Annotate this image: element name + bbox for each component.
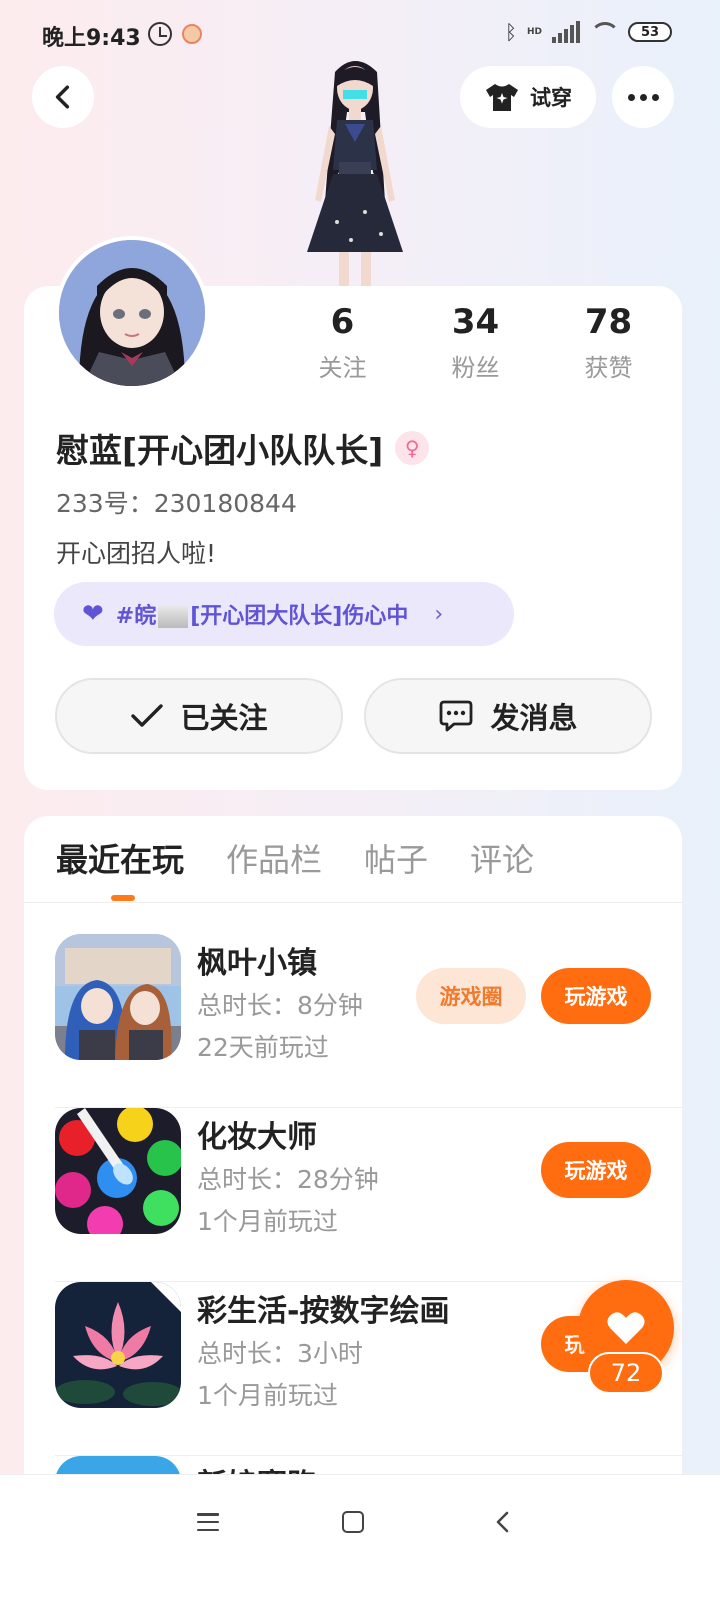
back-button[interactable] [32,66,94,128]
chat-bubble-icon [440,700,473,732]
game-thumbnail [55,934,181,1060]
try-on-label: 试穿 [530,86,572,110]
team-tag-text: #皖 [开心团大队长]伤心中 [116,598,409,630]
game-name: 彩生活-按数字绘画 [197,1294,450,1329]
recent-apps-button[interactable] [197,1513,219,1531]
more-dot [651,93,659,101]
game-last-played: 1个月前玩过 [197,1381,338,1410]
team-tag-suffix: [开心团大队长]伤心中 [190,604,409,629]
game-icon-maple-town [55,934,181,1060]
game-last-played: 22天前玩过 [197,1033,329,1062]
stat-number: 78 [584,302,633,342]
send-message-label: 发消息 [490,701,578,735]
female-gender-icon: ♀ [395,431,430,465]
followed-button[interactable]: 已关注 [55,678,343,754]
game-name: 枫叶小镇 [197,946,317,981]
game-thumbnail [55,1108,181,1234]
battery-icon: 53 [628,22,672,42]
app-notification-icon [182,24,202,44]
heart-icon: ❤ [82,599,104,629]
team-tag-pill[interactable]: ❤ #皖 [开心团大队长]伤心中 › [54,582,514,646]
more-options-button[interactable] [612,66,674,128]
stat-label: 获赞 [584,354,633,382]
followed-label: 已关注 [180,701,268,735]
stat-label: 粉丝 [451,354,500,382]
game-icon-color-life [55,1282,181,1408]
tab-posts[interactable]: 帖子 [364,838,428,882]
try-on-button[interactable]: 试穿 [460,66,596,128]
more-dot [639,93,647,101]
user-id: 233号：230180844 [56,489,297,518]
send-message-button[interactable]: 发消息 [364,678,652,754]
tab-works[interactable]: 作品栏 [226,838,322,882]
game-icon-bride-race [55,1456,181,1474]
stat-likes[interactable]: 78 获赞 [542,300,675,383]
game-duration: 总时长：3小时 [197,1339,363,1368]
nickname-text: 慰蓝[开心团小队队长] [56,431,384,470]
stat-fans[interactable]: 34 粉丝 [409,300,542,383]
game-name: 化妆大师 [197,1120,317,1155]
home-button[interactable] [342,1511,364,1533]
team-tag-prefix: #皖 [115,604,157,629]
game-duration: 总时长：28分钟 [197,1165,379,1194]
bio: 开心团招人啦! [56,539,217,568]
play-game-button[interactable]: 玩游戏 [541,1142,651,1198]
status-time: 晚上9:43 [42,26,141,51]
tab-comments[interactable]: 评论 [470,838,534,882]
game-duration: 总时长：8分钟 [197,991,363,1020]
avatar-portrait [59,240,205,386]
game-thumbnail [55,1282,181,1408]
wifi-icon [590,22,620,42]
status-indicators: ᛒ HD 53 [505,20,672,44]
cloud-emoji-icon [158,606,189,628]
profile-tabs: 最近在玩 作品栏 帖子 评论 [56,838,534,882]
alarm-icon [148,22,172,46]
like-count-badge: 72 [588,1352,664,1394]
chevron-left-icon [55,85,70,109]
avatar[interactable] [55,236,209,390]
stat-label: 关注 [318,354,367,382]
list-item[interactable]: 新娘赛跑 [55,1456,683,1474]
play-game-button[interactable]: 玩游戏 [541,968,651,1024]
stat-number: 34 [451,302,500,342]
active-tab-indicator [111,895,135,901]
system-back-button[interactable] [494,1511,510,1533]
stat-following[interactable]: 6 关注 [276,300,409,383]
game-circle-button[interactable]: 游戏圈 [416,968,526,1024]
heart-icon [607,1312,645,1344]
list-item[interactable]: 化妆大师 总时长：28分钟 1个月前玩过 玩游戏 [55,1108,683,1282]
character-avatar-figure[interactable] [285,52,425,288]
tab-divider [24,902,682,903]
bluetooth-icon: ᛒ [504,20,517,44]
stats-row: 6 关注 34 粉丝 78 获赞 [276,300,676,383]
stat-number: 6 [330,302,355,342]
list-item[interactable]: 枫叶小镇 总时长：8分钟 22天前玩过 游戏圈 玩游戏 [55,934,683,1108]
system-nav-bar [0,1474,720,1600]
nickname: 慰蓝[开心团小队队长] ♀ [56,424,430,472]
more-dot [627,93,635,101]
chevron-right-icon: › [434,601,444,627]
signal-icon [552,21,580,43]
tshirt-icon [486,84,518,111]
check-icon [131,704,164,727]
game-last-played: 1个月前玩过 [197,1207,338,1236]
game-icon-makeup-master [55,1108,181,1234]
game-name: 新娘赛跑 [197,1460,317,1474]
hd-label: HD [526,27,542,37]
tab-recently-played[interactable]: 最近在玩 [56,838,184,882]
